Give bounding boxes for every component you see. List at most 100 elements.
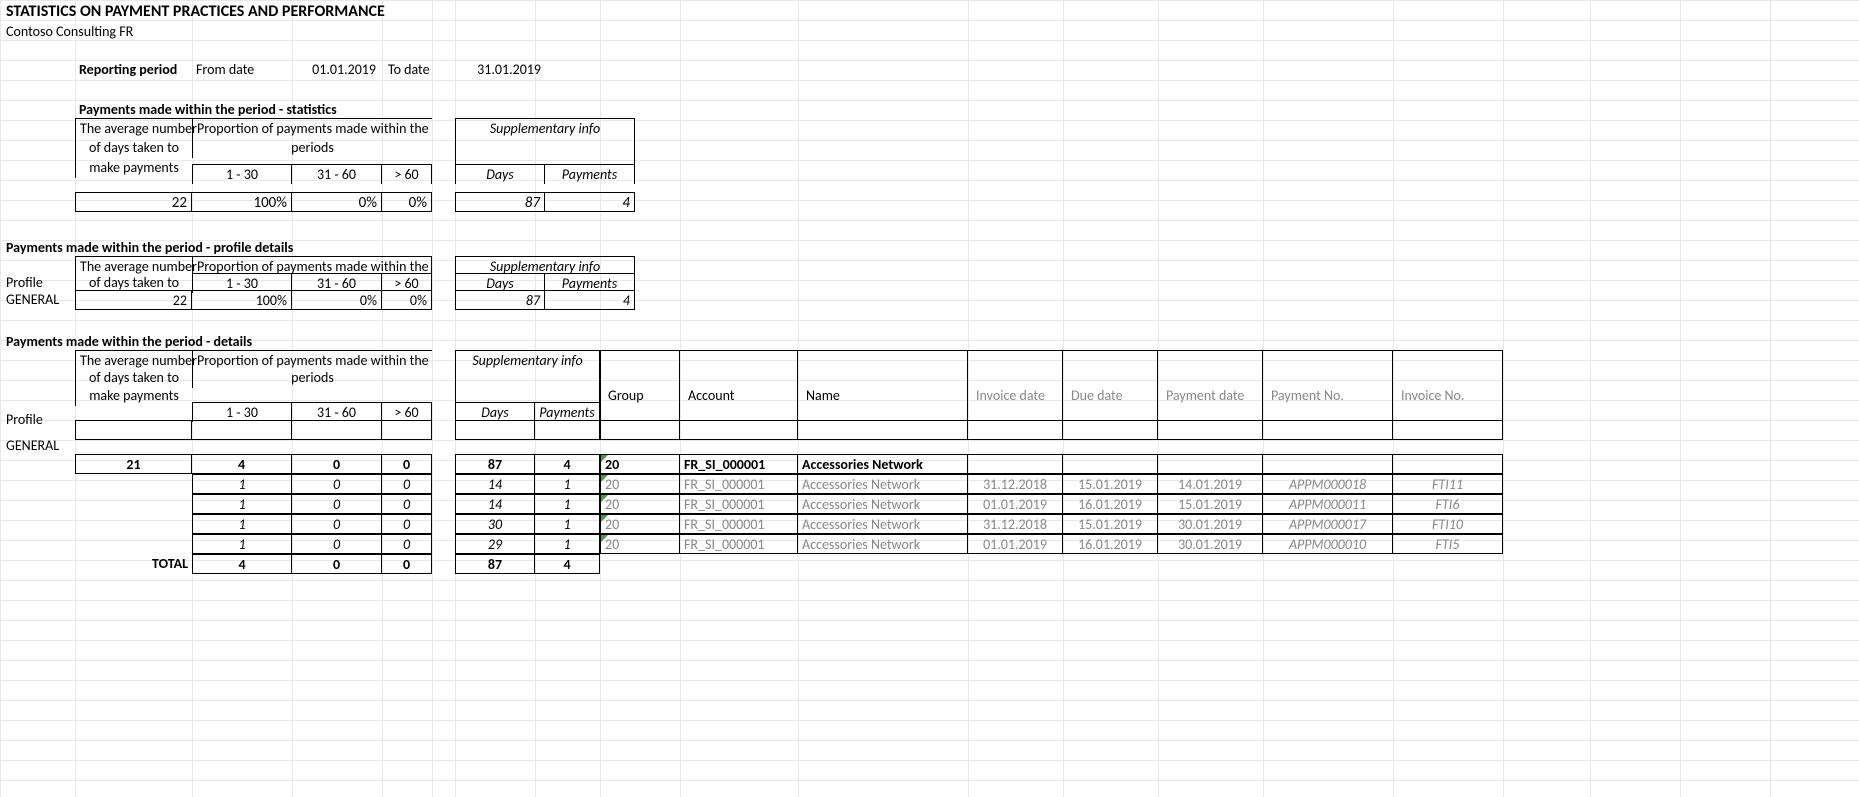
s3-prop-2: periods (192, 368, 432, 388)
row-1-30: 1 (192, 534, 292, 554)
s2-row-gt60: 0% (382, 290, 432, 310)
s3-days-box2 (455, 420, 535, 440)
s3-col-1-30: 1 - 30 (192, 402, 292, 422)
s3-nbox2 (798, 420, 968, 440)
s3-col-invno-box (1393, 350, 1503, 420)
s1-col-days: Days (455, 164, 545, 184)
number-stored-as-text-icon (601, 455, 608, 462)
spreadsheet[interactable]: STATISTICS ON PAYMENT PRACTICES AND PERF… (0, 0, 1859, 797)
total-31-60: 0 (292, 554, 382, 574)
agg-group: 20 (600, 454, 680, 474)
agg-avg: 21 (75, 454, 192, 474)
s3-col-payno-box (1263, 350, 1393, 420)
s3-col-invno: Invoice No. (1397, 386, 1468, 406)
s3-gbox2 (600, 420, 680, 440)
agg-31-60: 0 (292, 454, 382, 474)
row-due-date: 16.01.2019 (1063, 534, 1158, 554)
agg-name: Accessories Network (798, 454, 968, 474)
agg-gt60: 0 (382, 454, 432, 474)
row-31-60: 0 (292, 534, 382, 554)
s1-prop-label-1: Proportion of payments made within the (192, 118, 432, 138)
row-name: Accessories Network (798, 534, 968, 554)
row-gt60: 0 (382, 514, 432, 534)
row-invoice-no: FTI11 (1393, 474, 1503, 494)
s3-avg-2: of days taken to (75, 368, 192, 388)
agg-paydate (1158, 454, 1263, 474)
s3-col-name: Name (802, 386, 844, 406)
s3-col-name-box (798, 350, 968, 420)
row-gt60: 0 (382, 494, 432, 514)
s3-dbox2 (1063, 420, 1158, 440)
s2-row-1-30: 100% (192, 290, 292, 310)
row-invoice-date: 01.01.2019 (968, 534, 1063, 554)
s1-val-1-30: 100% (192, 192, 292, 212)
row-group: 20 (600, 514, 680, 534)
s1-val-payments: 4 (545, 192, 635, 212)
row-payment-date: 30.01.2019 (1158, 514, 1263, 534)
row-invoice-date: 01.01.2019 (968, 494, 1063, 514)
agg-days: 87 (455, 454, 535, 474)
s3-3160-box2 (292, 420, 382, 440)
s1-supp-label: Supplementary info (455, 118, 635, 138)
report-title: STATISTICS ON PAYMENT PRACTICES AND PERF… (2, 2, 389, 22)
s3-col-invdate-box (968, 350, 1063, 420)
row-gt60: 0 (382, 474, 432, 494)
number-stored-as-text-icon (601, 475, 608, 482)
row-1-30: 1 (192, 474, 292, 494)
row-group: 20 (600, 474, 680, 494)
row-invoice-no: FTI6 (1393, 494, 1503, 514)
s3-profile-label: Profile (2, 410, 47, 430)
total-payments: 4 (535, 554, 600, 574)
s3-ibox2 (968, 420, 1063, 440)
number-stored-as-text-icon (601, 495, 608, 502)
row-31-60: 0 (292, 494, 382, 514)
row-account: FR_SI_000001 (680, 534, 798, 554)
s3-col-gt60: > 60 (382, 402, 432, 422)
s1-val-31-60: 0% (292, 192, 382, 212)
s3-prop-1: Proportion of payments made within the (192, 350, 432, 370)
row-payment-no: APPM000018 (1263, 474, 1393, 494)
s2-row-avg: 22 (75, 290, 192, 310)
s3-col-31-60: 31 - 60 (292, 402, 382, 422)
row-31-60: 0 (292, 514, 382, 534)
to-date-label: To date (384, 60, 434, 80)
reporting-period-label: Reporting period (75, 60, 181, 80)
s3-avg-3: make payments (75, 386, 192, 406)
row-days: 14 (455, 474, 535, 494)
from-date-value: 01.01.2019 (290, 60, 380, 80)
s2-row-days: 87 (455, 290, 545, 310)
row-account: FR_SI_000001 (680, 514, 798, 534)
s2-row-payments: 4 (545, 290, 635, 310)
s3-gt60-box2 (382, 420, 432, 440)
row-invoice-date: 31.12.2018 (968, 514, 1063, 534)
total-days: 87 (455, 554, 535, 574)
s3-row-profile: GENERAL (2, 436, 63, 456)
row-payment-no: APPM000017 (1263, 514, 1393, 534)
row-31-60: 0 (292, 474, 382, 494)
row-payment-date: 14.01.2019 (1158, 474, 1263, 494)
s3-col-paydate: Payment date (1162, 386, 1248, 406)
row-payments: 1 (535, 534, 600, 554)
row-payment-date: 30.01.2019 (1158, 534, 1263, 554)
s3-pay-box2 (535, 420, 600, 440)
s3-avg-1: The average number (75, 350, 192, 370)
row-invoice-no: FTI10 (1393, 514, 1503, 534)
s1-supp-spacer (455, 138, 635, 164)
s3-col-group: Group (604, 386, 648, 406)
row-due-date: 16.01.2019 (1063, 494, 1158, 514)
section3-heading: Payments made within the period - detail… (2, 332, 256, 352)
row-account: FR_SI_000001 (680, 494, 798, 514)
agg-invdate (968, 454, 1063, 474)
s3-supp-spacer (455, 368, 600, 402)
s3-col-paydate-box (1158, 350, 1263, 420)
s2-row-31-60: 0% (292, 290, 382, 310)
s3-avg-box2 (75, 420, 192, 440)
row-invoice-no: FTI5 (1393, 534, 1503, 554)
row-1-30: 1 (192, 494, 292, 514)
row-1-30: 1 (192, 514, 292, 534)
s3-pnbox2 (1263, 420, 1393, 440)
s3-130-box2 (192, 420, 292, 440)
agg-1-30: 4 (192, 454, 292, 474)
s3-pbox2 (1158, 420, 1263, 440)
row-due-date: 15.01.2019 (1063, 514, 1158, 534)
